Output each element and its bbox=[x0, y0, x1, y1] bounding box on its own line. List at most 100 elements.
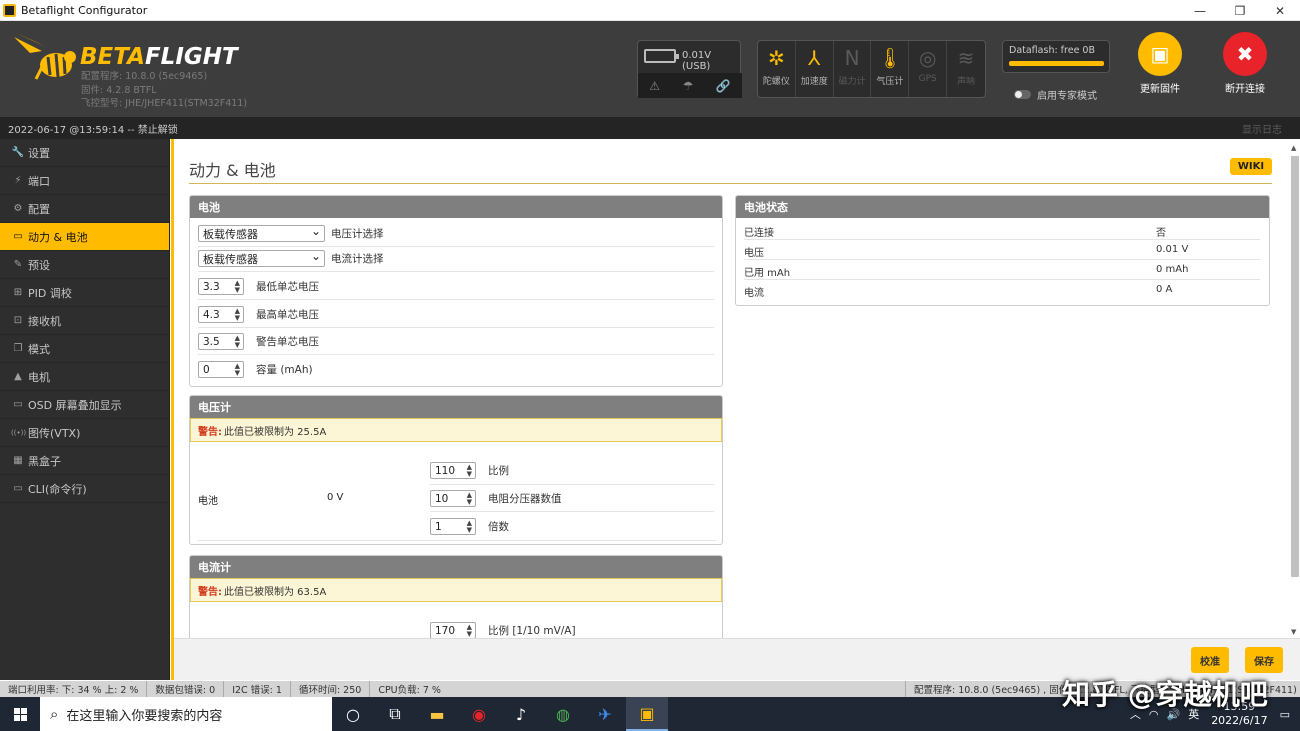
cpu-load: CPU负载: 7 % bbox=[378, 685, 441, 696]
voltage-scale-label: 比例 bbox=[488, 465, 509, 477]
page-title: 动力 & 电池 bbox=[189, 161, 276, 180]
restore-button[interactable]: ❐ bbox=[1220, 0, 1260, 21]
sidebar-item-battery[interactable]: ▭ 动力 & 电池 bbox=[0, 223, 169, 251]
battery-icon: ▭ bbox=[13, 231, 23, 242]
sensor-gps: ◎ GPS bbox=[909, 41, 948, 97]
sidebar-item-wand[interactable]: ✎ 预设 bbox=[0, 251, 169, 279]
file-explorer-icon[interactable]: ▬ bbox=[416, 697, 458, 731]
calibrate-button[interactable]: 校准 bbox=[1191, 647, 1229, 673]
min-cell-voltage-label: 最低单芯电压 bbox=[256, 281, 319, 293]
voltage-divider-input[interactable]: 10 ▲ ▼ bbox=[430, 490, 476, 507]
expert-mode-toggle[interactable]: 启用专家模式 bbox=[1014, 87, 1097, 102]
current-meter-select[interactable]: 板载传感器 bbox=[198, 249, 325, 267]
sidebar-item-modes[interactable]: ❐ 模式 bbox=[0, 335, 169, 363]
sidebar-item-label: CLI(命令行) bbox=[28, 482, 87, 496]
battery-state-key: 已用 mAh bbox=[744, 268, 791, 279]
sidebar-item-blackbox[interactable]: ▦ 黑盒子 bbox=[0, 447, 169, 475]
failsafe-icon: ☂ bbox=[682, 78, 694, 93]
save-button[interactable]: 保存 bbox=[1245, 647, 1283, 673]
sensor-label: 陀螺仪 bbox=[762, 77, 790, 87]
dataflash-label: Dataflash: free 0B bbox=[1009, 45, 1095, 56]
mag-icon: N bbox=[844, 46, 860, 70]
voltage-meter-panel: 电压计 警告: 此值已被限制为 25.5A 电池 0 V 110 ▲ ▼ 比例 10 ▲… bbox=[189, 395, 723, 545]
sidebar-item-label: 黑盒子 bbox=[28, 454, 61, 468]
max-cell-voltage-label: 最高单芯电压 bbox=[256, 309, 319, 321]
port-utilization: 端口利用率: 下: 34 % 上: 2 % bbox=[0, 681, 148, 697]
task-view-icon[interactable]: ⧉ bbox=[374, 697, 416, 731]
battery-state-value: 0.01 V bbox=[1156, 244, 1189, 255]
brand-wordmark: BETAFLIGHT bbox=[80, 44, 238, 70]
disconnect-button[interactable]: ✖ 断开连接 bbox=[1215, 32, 1275, 95]
max-cell-voltage-input[interactable]: 4.3 ▲ ▼ bbox=[198, 306, 244, 323]
dataflash-bar bbox=[1009, 61, 1104, 66]
clock-date: 2022/6/17 bbox=[1211, 714, 1268, 727]
version-info: 配置程序: 10.8.0 (5ec9465) 固件: 4.2.8 BTFL 飞控… bbox=[81, 70, 247, 111]
update-firmware-button[interactable]: ▣ 更新固件 bbox=[1130, 32, 1190, 95]
scrollbar-thumb[interactable] bbox=[1291, 156, 1299, 577]
show-log-link[interactable]: 显示日志 bbox=[1242, 121, 1282, 136]
current-scale-label: 比例 [1/10 mV/A] bbox=[488, 625, 576, 637]
sidebar-item-cli[interactable]: ▭ CLI(命令行) bbox=[0, 475, 169, 503]
battery-state-row: 已用 mAh 0 mAh bbox=[744, 260, 1260, 280]
voltage-warning: 警告: 此值已被限制为 25.5A bbox=[190, 418, 722, 442]
cortana-icon[interactable]: ○ bbox=[332, 697, 374, 731]
wrench-icon: 🔧 bbox=[11, 147, 25, 158]
toggle-switch[interactable] bbox=[1014, 90, 1031, 99]
taskbar-search[interactable]: ⌕ 在这里输入你要搜索的内容 bbox=[40, 697, 332, 731]
sidebar-item-wrench[interactable]: 🔧 设置 bbox=[0, 139, 169, 167]
sidebar-item-motor[interactable]: ▲ 电机 bbox=[0, 363, 169, 391]
tiktok-icon[interactable]: ♪ bbox=[500, 697, 542, 731]
battery-state-row: 电流 0 A bbox=[744, 280, 1260, 300]
sidebar-item-vtx[interactable]: ((•)) 图传(VTX) bbox=[0, 419, 169, 447]
sidebar-item-receiver[interactable]: ⊡ 接收机 bbox=[0, 307, 169, 335]
sensor-baro: 🌡 气压计 bbox=[871, 41, 910, 97]
current-scale-input[interactable]: 170 ▲ ▼ bbox=[430, 622, 476, 639]
cli-icon: ▭ bbox=[13, 483, 23, 494]
close-button[interactable]: ✕ bbox=[1260, 0, 1300, 21]
sensor-sonar: ≋ 声呐 bbox=[947, 41, 985, 97]
sidebar-item-pid[interactable]: ⊞ PID 调校 bbox=[0, 279, 169, 307]
capacity-input[interactable]: 0 ▲ ▼ bbox=[198, 361, 244, 378]
feishu-icon[interactable]: ✈ bbox=[584, 697, 626, 731]
voltage-source-label: 电池 bbox=[198, 496, 218, 507]
sonar-icon: ≋ bbox=[957, 46, 975, 70]
expert-mode-label: 启用专家模式 bbox=[1037, 91, 1097, 102]
sidebar-item-label: 电机 bbox=[28, 370, 50, 384]
voltage-meter-select[interactable]: 板载传感器 bbox=[198, 224, 325, 242]
voltage-scale-input[interactable]: 110 ▲ ▼ bbox=[430, 462, 476, 479]
modes-icon: ❐ bbox=[13, 343, 23, 354]
wiki-button[interactable]: WIKI bbox=[1230, 158, 1272, 175]
min-cell-voltage-input[interactable]: 3.3 ▲ ▼ bbox=[198, 278, 244, 295]
sidebar-item-plug[interactable]: ⚡ 端口 bbox=[0, 167, 169, 195]
sidebar-item-label: 图传(VTX) bbox=[28, 426, 81, 440]
board-type: 飞控型号: JHE/JHEF411(STM32F411) bbox=[81, 98, 248, 109]
power-voltage: 0.01V (USB) bbox=[682, 50, 712, 72]
sensor-status: ✲ 陀螺仪 ⅄ 加速度 N 磁力计 🌡 气压计 ◎ GPS ≋ 声呐 bbox=[757, 40, 986, 98]
power-status: 0.01V (USB) ⚠ ☂ 🔗 bbox=[637, 40, 742, 98]
sensor-label: 声呐 bbox=[957, 77, 976, 87]
dataflash-status: Dataflash: free 0B bbox=[1002, 40, 1110, 73]
betaflight-taskbar-icon[interactable]: ▣ bbox=[626, 697, 668, 731]
chrome-icon[interactable]: ◍ bbox=[542, 697, 584, 731]
current-meter-label: 电流计选择 bbox=[331, 253, 384, 265]
netease-music-icon[interactable]: ◉ bbox=[458, 697, 500, 731]
gear-icon: ⚙ bbox=[13, 203, 23, 214]
notification-icon[interactable]: ▭ bbox=[1280, 708, 1290, 721]
watermark: 知乎 @穿越机吧 bbox=[1062, 678, 1268, 711]
configurator-version: 配置程序: 10.8.0 (5ec9465) bbox=[81, 71, 208, 82]
warning-cell-voltage-input[interactable]: 3.5 ▲ ▼ bbox=[198, 333, 244, 350]
update-firmware-label: 更新固件 bbox=[1140, 84, 1180, 95]
gps-icon: ◎ bbox=[919, 46, 937, 70]
i2c-errors: I2C 错误: 1 bbox=[224, 681, 291, 697]
sidebar-item-gear[interactable]: ⚙ 配置 bbox=[0, 195, 169, 223]
sidebar: 🔧 设置 ⚡ 端口 ⚙ 配置 ▭ 动力 & 电池 ✎ 预设 ⊞ PID 调校 ⊡ 接收机 ❐ 模式 ▲ 电机 ▭ OS… bbox=[0, 139, 170, 680]
sidebar-item-osd[interactable]: ▭ OSD 屏幕叠加显示 bbox=[0, 391, 169, 419]
minimize-button[interactable]: — bbox=[1180, 0, 1220, 21]
start-button[interactable] bbox=[0, 697, 40, 731]
battery-state-value: 0 mAh bbox=[1156, 264, 1189, 275]
bee-logo-icon bbox=[14, 33, 76, 80]
voltage-multiplier-input[interactable]: 1 ▲ ▼ bbox=[430, 518, 476, 535]
battery-state-key: 电流 bbox=[744, 288, 764, 299]
pid-icon: ⊞ bbox=[13, 287, 23, 298]
content-scrollbar[interactable]: ▲ ▼ bbox=[1289, 144, 1300, 639]
